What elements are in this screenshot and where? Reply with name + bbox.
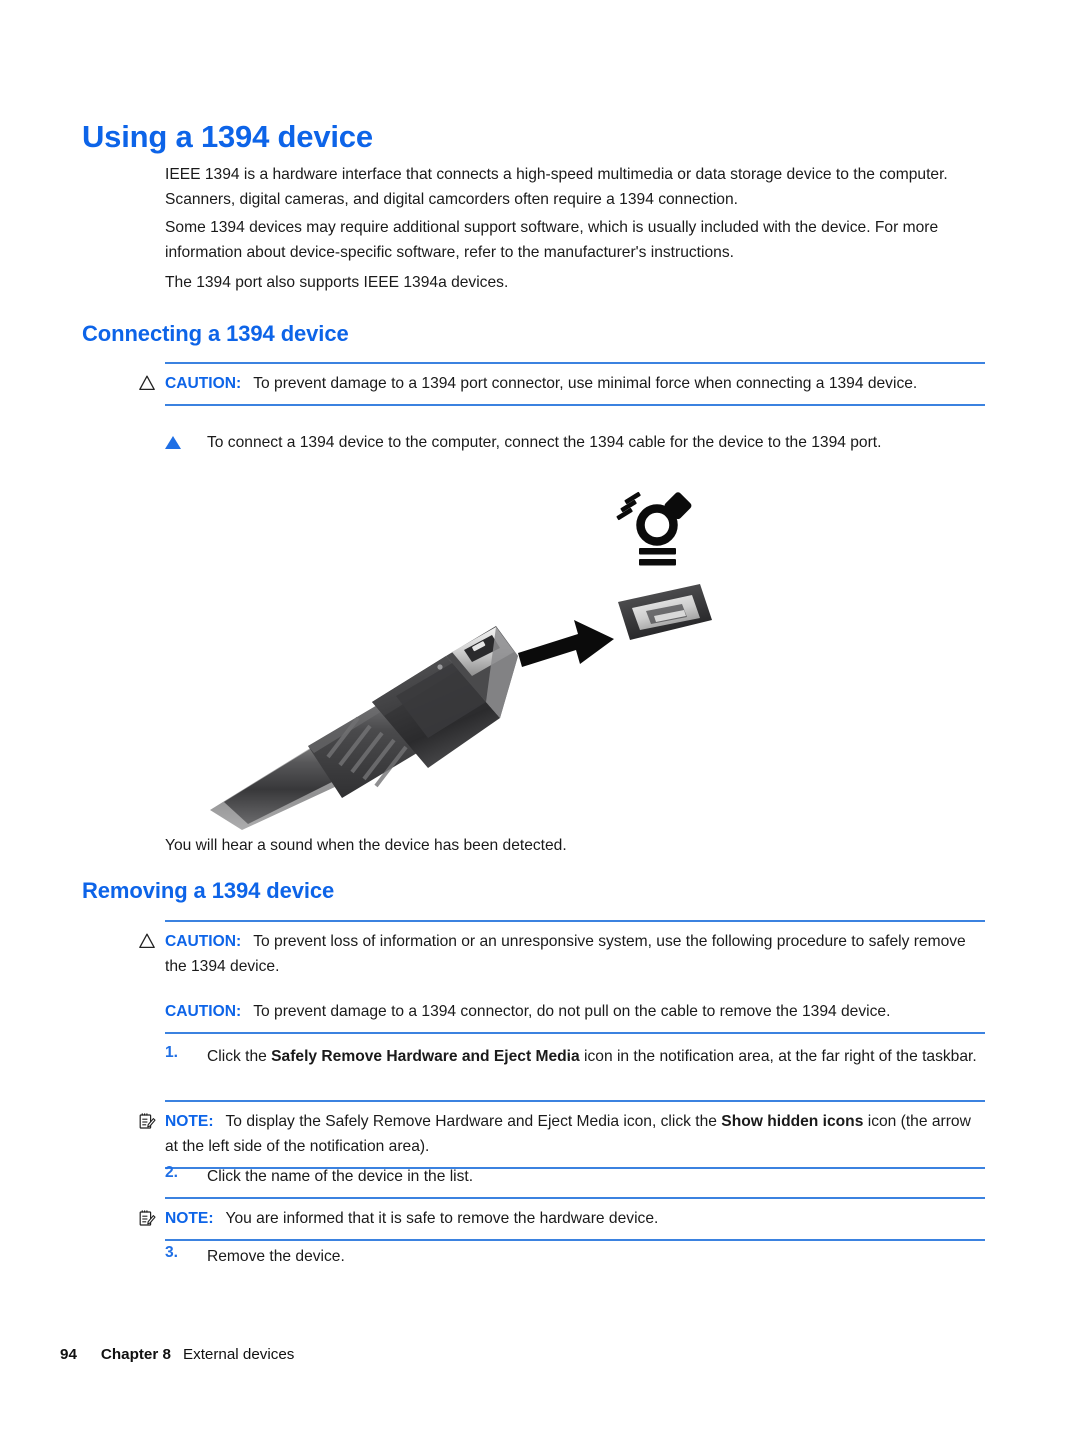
firewire-1394-symbol	[616, 491, 692, 566]
after-figure-text: You will hear a sound when the device ha…	[165, 837, 567, 854]
step-text: Remove the device.	[207, 1248, 345, 1265]
page-title: Using a 1394 device	[82, 118, 373, 154]
step-item-3: 3. Remove the device.	[165, 1244, 985, 1269]
intro-paragraph-1: IEEE 1394 is a hardware interface that c…	[165, 166, 948, 208]
triangle-bullet-icon	[165, 436, 181, 449]
step-item-1: 1. Click the Safely Remove Hardware and …	[165, 1044, 985, 1069]
note-pad-icon	[138, 1209, 156, 1227]
bullet-step-connect: To connect a 1394 device to the computer…	[165, 430, 985, 455]
section-heading-connecting: Connecting a 1394 device	[82, 321, 987, 347]
step-text: Click the Safely Remove Hardware and Eje…	[207, 1044, 985, 1069]
caution-row: CAUTION: To prevent damage to a 1394 port…	[139, 371, 985, 396]
note-text-before: To display the Safely Remove Hardware an…	[225, 1113, 722, 1130]
note-label: NOTE:	[165, 1210, 214, 1227]
step-text-after: icon in the notification area, at the fa…	[579, 1048, 977, 1065]
step-text-bold: Safely Remove Hardware and Eject Media	[271, 1048, 580, 1065]
footer-chapter: Chapter 8	[100, 1346, 171, 1363]
caution-text: To prevent damage to a 1394 connector, d…	[253, 1003, 891, 1020]
intro-paragraph-2: Some 1394 devices may require additional…	[165, 219, 939, 261]
step-number: 3.	[165, 1244, 179, 1261]
note-text: You are informed that it is safe to remo…	[225, 1210, 659, 1227]
intro-paragraph-3: The 1394 port also supports IEEE 1394a d…	[165, 274, 509, 291]
insertion-arrow	[518, 620, 614, 667]
section-heading-removing: Removing a 1394 device	[82, 878, 987, 904]
note-pad-icon	[138, 1112, 156, 1130]
step-number: 1.	[165, 1044, 179, 1061]
note-row: NOTE: To display the Safely Remove Hardwa…	[139, 1109, 985, 1159]
computer-1394-port-icon	[618, 584, 712, 640]
page-footer: 94 Chapter 8 External devices	[60, 1346, 294, 1363]
figure-1394-connection	[200, 480, 720, 830]
document-page: Using a 1394 device IEEE 1394 is a hardw…	[0, 0, 1080, 1437]
note-box-show-hidden-icons: NOTE: To display the Safely Remove Hardwa…	[139, 1100, 985, 1169]
caution-label: CAUTION:	[165, 933, 242, 950]
bullet-step-text: To connect a 1394 device to the computer…	[207, 434, 882, 451]
step-text-before: Click the	[207, 1048, 272, 1065]
caution-row-loss: CAUTION: To prevent loss of information o…	[139, 929, 985, 979]
step-number: 2.	[165, 1164, 179, 1181]
caution-triangle-icon	[138, 932, 156, 950]
footer-chapter-title: External devices	[182, 1346, 295, 1363]
heading-connecting-label: Connecting a 1394 device	[82, 321, 349, 346]
caution-label: CAUTION:	[165, 375, 242, 392]
caution-box-connecting: CAUTION: To prevent damage to a 1394 port…	[139, 362, 985, 406]
heading-removing-label: Removing a 1394 device	[82, 878, 335, 903]
footer-page-number: 94	[60, 1346, 77, 1363]
caution-row-cable: CAUTION: To prevent damage to a 1394 conn…	[165, 999, 985, 1024]
caution-text: To prevent damage to a 1394 port connect…	[253, 375, 918, 392]
note-text-bold: Show hidden icons	[721, 1113, 864, 1130]
note-label: NOTE:	[165, 1113, 214, 1130]
step-text: Click the name of the device in the list…	[207, 1168, 474, 1185]
caution-label: CAUTION:	[165, 1003, 242, 1020]
caution-triangle-icon	[138, 374, 156, 392]
caution-text: To prevent loss of information or an unr…	[165, 933, 966, 975]
caution-box-removing: CAUTION: To prevent loss of information o…	[139, 920, 985, 1034]
note-box-safe-to-remove: NOTE: You are informed that it is safe to…	[139, 1197, 985, 1241]
note-row: NOTE: You are informed that it is safe to…	[139, 1206, 985, 1231]
step-item-2: 2. Click the name of the device in the l…	[165, 1164, 985, 1189]
